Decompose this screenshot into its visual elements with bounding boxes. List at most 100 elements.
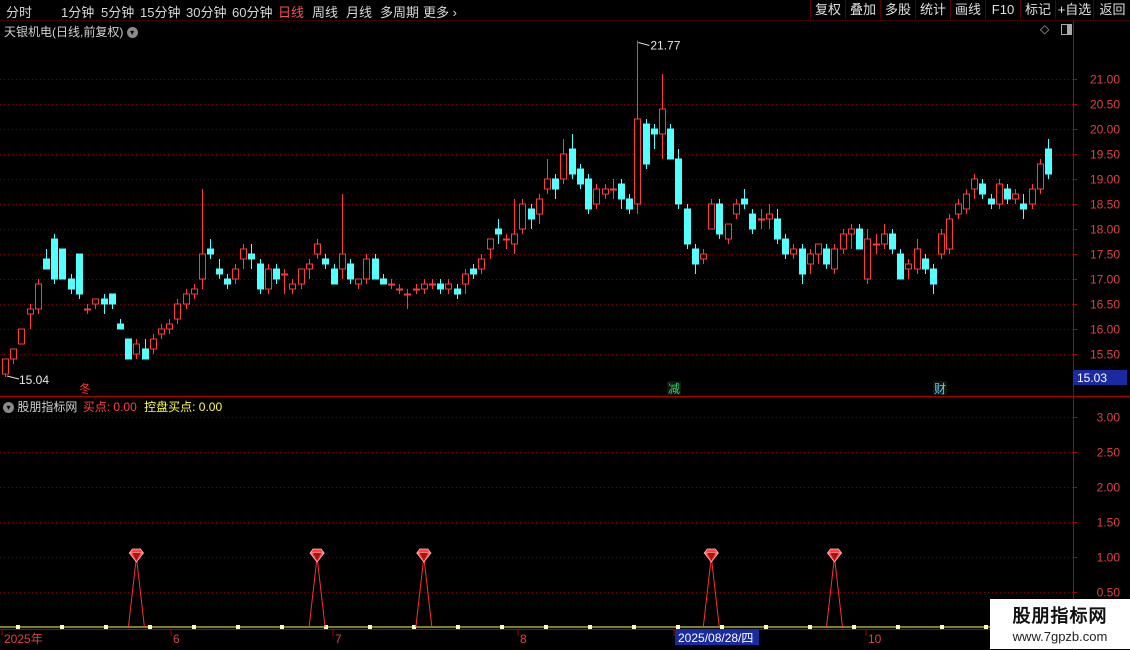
candle-body-down [125,338,132,360]
price-tick-label: 20.50 [1090,98,1120,112]
candle-body-up [10,348,17,360]
price-tick-label: 16.50 [1090,298,1120,312]
candle-body-up [905,263,912,270]
candle-body-up [281,273,288,276]
candle-body-down [979,183,986,195]
candle-body-up [27,308,34,315]
price-tick-label: 18.00 [1090,223,1120,237]
indicator-tick-label: 1.00 [1097,551,1121,565]
candle-body-down [101,298,108,305]
candle-body-down [684,208,691,245]
candle-body-down [322,258,329,265]
price-tick-label: 20.00 [1090,123,1120,137]
candle-body-down [930,268,937,285]
event-marker[interactable]: 减 [668,382,680,396]
candle-body-down [667,128,674,160]
candle-body-up [339,253,346,270]
candle-body-up [2,358,9,375]
candle-body-up [881,233,888,245]
candle-body-up [18,328,25,345]
current-price-label: 15.03 [1077,371,1107,385]
candle-body-down [1004,188,1011,200]
candle-body-down [248,253,255,260]
indicator-tick-label: 1.50 [1097,516,1121,530]
indicator-tick-label: 2.50 [1097,446,1121,460]
candle-body-down [68,278,75,290]
candle-body-up [831,248,838,270]
candle-body-down [117,323,124,330]
candle-body-up [421,283,428,290]
candle-body-up [996,183,1003,205]
candle-body-down [372,258,379,280]
baseline-dot [764,625,768,629]
candle-body-up [84,308,91,311]
event-marker[interactable]: 冬 [79,381,91,396]
candle-body-up [314,243,321,255]
candle-body-up [445,283,452,290]
candle-body-up [133,343,140,355]
candle-body-up [725,223,732,240]
price-tick-label: 16.00 [1090,323,1120,337]
time-label: 2025年 [4,632,43,646]
candle-body-down [495,228,502,235]
candle-body-down [692,248,699,265]
candle-body-up [240,248,247,260]
indicator-tick-label: 2.00 [1097,481,1121,495]
price-tick-label: 15.50 [1090,348,1120,362]
time-label: 6 [173,632,180,646]
candle-body-up [971,178,978,190]
watermark-title: 股朋指标网 [1012,606,1108,626]
baseline-dot [984,625,988,629]
time-label: 10 [868,632,882,646]
candle-body-up [298,268,305,285]
candle-body-down [454,288,461,295]
baseline-dot [368,625,372,629]
candle-body-down [618,183,625,200]
price-tick-label: 17.50 [1090,248,1120,262]
candle-body-up [708,203,715,230]
candle-body-down [626,198,633,210]
baseline-dot [60,625,64,629]
price-tick-label: 19.50 [1090,148,1120,162]
candle-body-up [815,243,822,255]
baseline-dot [676,625,680,629]
watermark: 股朋指标网 www.7gpzb.com [990,599,1130,649]
indicator-tick-label: 0.50 [1097,586,1121,600]
kline-chart[interactable]: 21.77 15.04 冬 减 财 21.00 20.50 20.00 19.50 19.00 1… [0,0,1130,650]
baseline-dot [148,625,152,629]
candle-body-down [889,233,896,250]
candle-body-up [191,288,198,295]
candle-body-up [511,233,518,245]
candle-body-up [429,283,436,286]
candle-body-up [363,258,370,280]
candle-body-up [519,203,526,230]
candle-body-down [437,283,444,290]
candle-body-up [199,253,206,280]
candle-body-up [404,293,411,296]
event-marker[interactable]: 财 [934,382,946,396]
cursor-date-label: 2025/08/28/四 [678,631,753,645]
high-marker-line [638,42,650,46]
time-label: 8 [520,632,527,646]
candle-body-down [207,248,214,255]
signal-spike [415,556,433,628]
candle-body-up [955,203,962,215]
baseline-dot [720,625,724,629]
baseline-dot [852,625,856,629]
candle-body-down [552,178,559,190]
candle-body-up [158,328,165,335]
candle-body-down [741,198,748,205]
candle-body-up [544,178,551,190]
watermark-url: www.7gpzb.com [1012,629,1108,644]
candle-body-up [963,193,970,210]
candle-body-down [897,253,904,280]
candle-body-down [1020,203,1027,210]
baseline-dot [896,625,900,629]
baseline-dot [192,625,196,629]
candle-body-up [396,288,403,291]
baseline-dot [104,625,108,629]
candle-body-down [774,218,781,240]
baseline-dot [456,625,460,629]
candle-body-up [864,238,871,280]
candle-body-up [289,283,296,290]
